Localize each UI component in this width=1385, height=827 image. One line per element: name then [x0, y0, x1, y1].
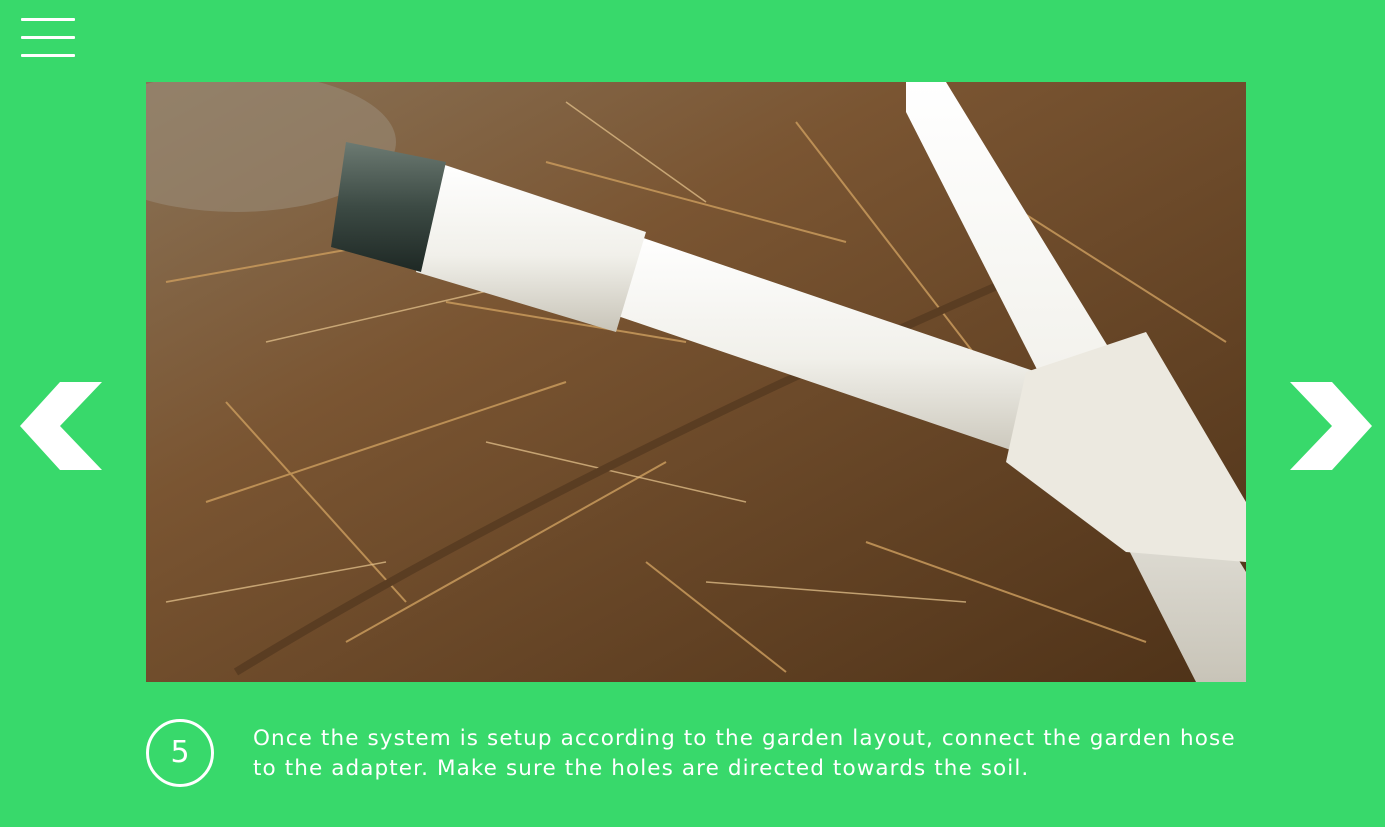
hamburger-menu-icon[interactable] — [20, 16, 76, 62]
slide-photo — [146, 82, 1246, 682]
menu-bar-top — [21, 18, 75, 21]
next-slide-button[interactable] — [1288, 380, 1372, 472]
chevron-left-icon — [20, 382, 102, 470]
step-description: Once the system is setup according to th… — [253, 726, 1236, 781]
menu-bar-middle — [21, 36, 75, 39]
chevron-right-icon — [1290, 382, 1372, 470]
menu-bar-bottom — [21, 54, 75, 57]
slideshow-page: 5 Once the system is setup according to … — [0, 0, 1385, 827]
previous-slide-button[interactable] — [20, 380, 104, 472]
step-number-badge: 5 — [146, 719, 214, 787]
pvc-pipe-photo — [146, 82, 1246, 682]
